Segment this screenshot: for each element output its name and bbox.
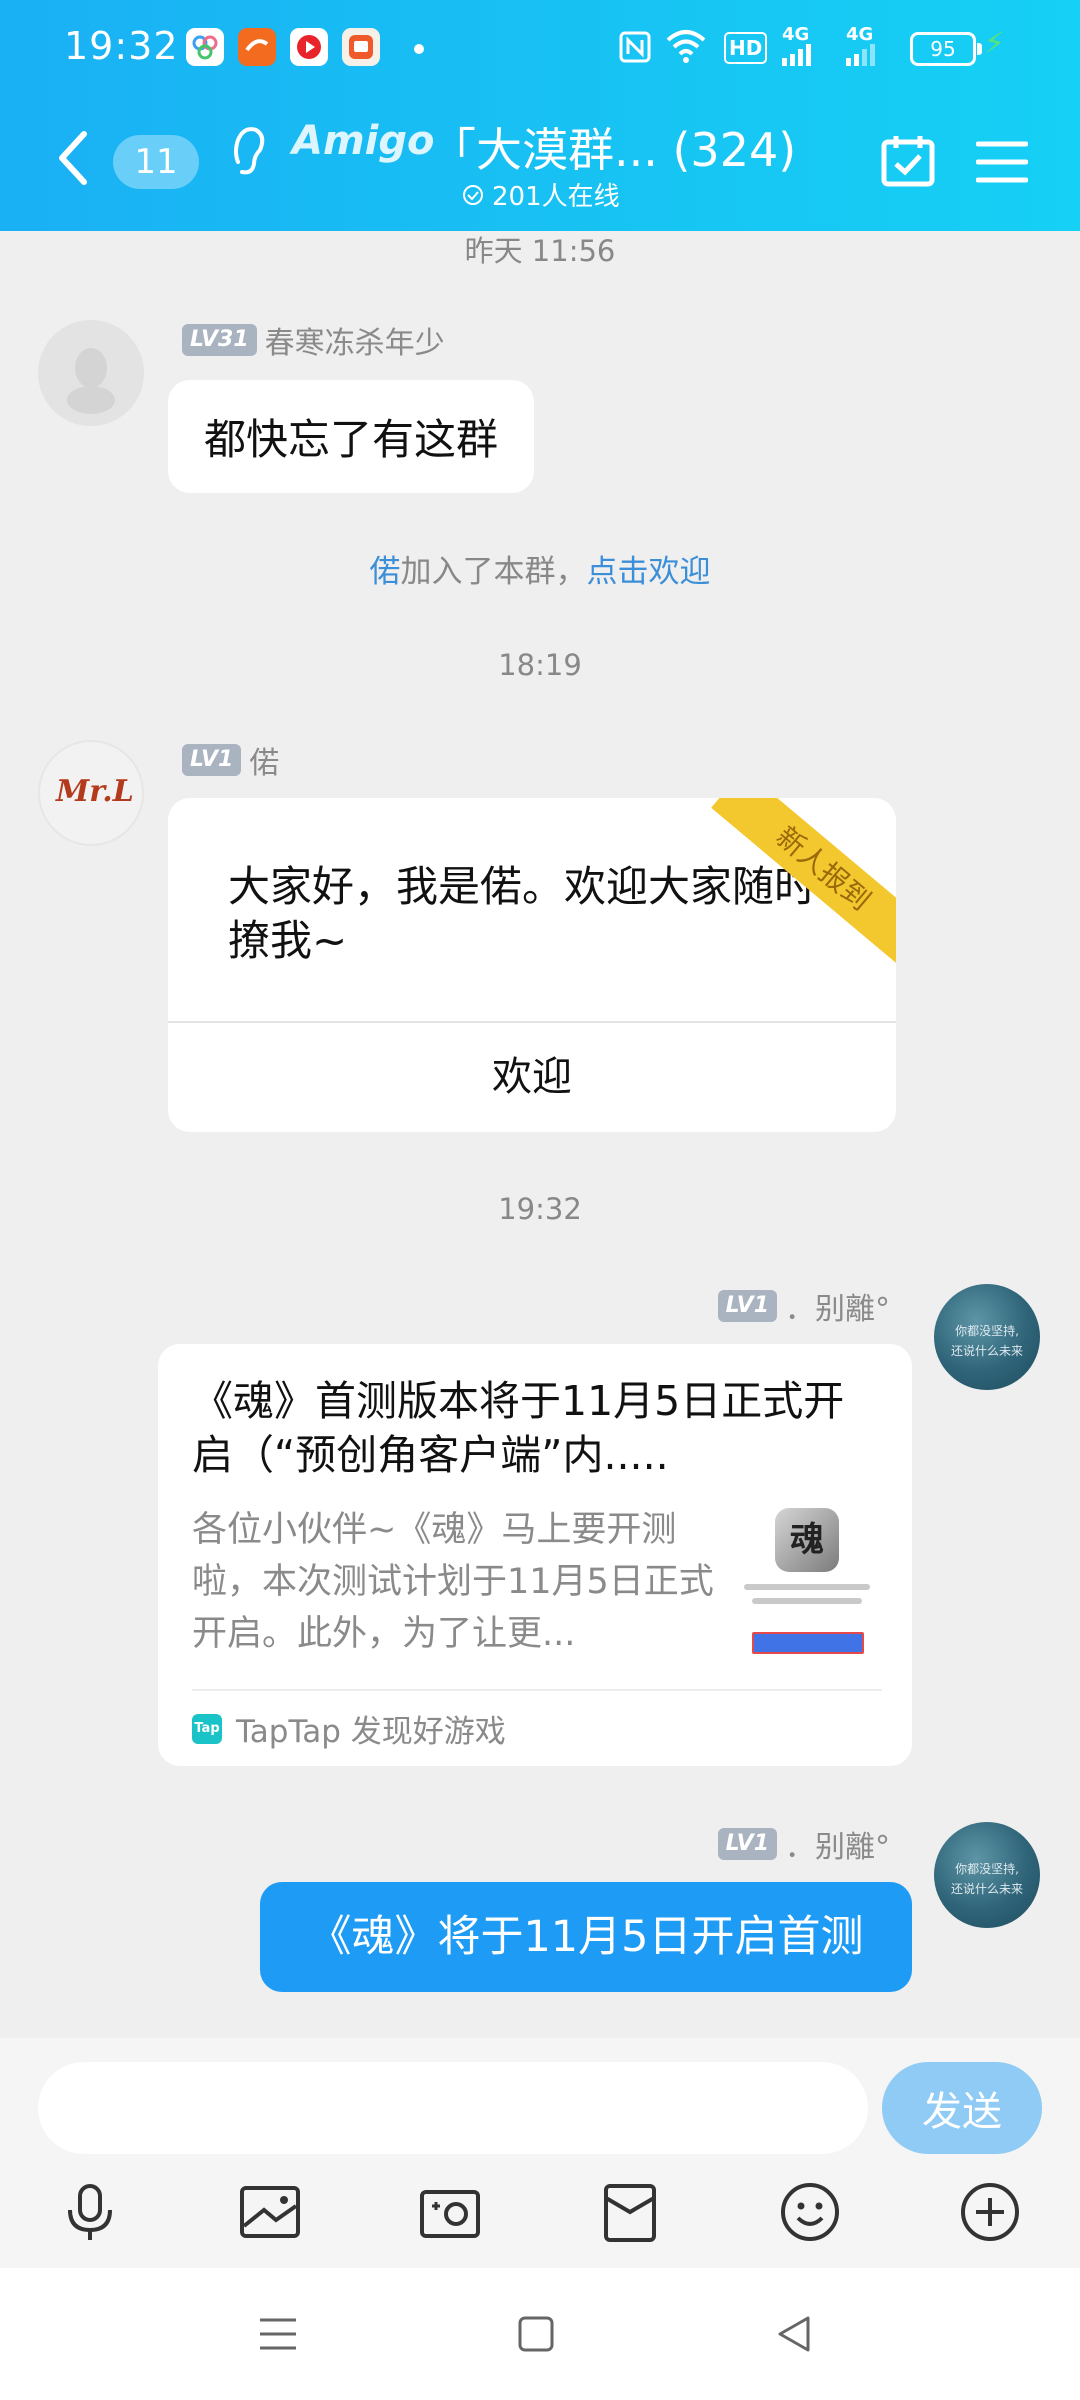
red-packet-icon[interactable] [598, 2180, 662, 2244]
sender-info: LV1 偌 [182, 738, 279, 782]
app-icon-1 [186, 28, 224, 66]
level-badge: LV31 [182, 324, 257, 356]
battery-icon: 95 [910, 32, 982, 66]
link-description: 各位小伙伴~《魂》马上要开测啦，本次测试计划于11月5日正式开启。此外，为了让更… [192, 1510, 714, 1654]
chat-title[interactable]: 「大漠群... (324) [430, 114, 796, 180]
status-bar: 19:32 HD 4G 4G 95 ⚡ [0, 0, 1080, 96]
calendar-check-icon[interactable] [880, 132, 936, 188]
sender-info: LV1 ．别離° [717, 1822, 890, 1866]
avatar[interactable]: Mr.L [38, 740, 144, 846]
sender-name[interactable]: ．别離° [785, 1284, 890, 1328]
nfc-icon [619, 31, 651, 63]
link-thumbnail: 魂 [740, 1504, 874, 1654]
level-badge: LV1 [717, 1828, 777, 1860]
timestamp: 昨天 11:56 [464, 234, 616, 268]
charging-icon: ⚡ [984, 26, 1006, 61]
online-count-label: 201人在线 [492, 182, 620, 212]
join-notice: 偌加入了本群，点击欢迎 [0, 546, 1080, 591]
level-badge: LV1 [717, 1290, 777, 1322]
avatar[interactable]: 你都没坚持, 还说什么未来 [934, 1822, 1040, 1928]
avatar-text: 你都没坚持, [955, 1862, 1019, 1876]
back-arrow-icon[interactable] [50, 128, 94, 188]
app-icon-3 [290, 28, 328, 66]
network-type-1: 4G [782, 24, 810, 45]
avatar[interactable]: 你都没坚持, 还说什么未来 [934, 1284, 1040, 1390]
welcome-link[interactable]: 点击欢迎 [587, 554, 711, 590]
link-source-label: TapTap 发现好游戏 [236, 1714, 506, 1750]
sender-name[interactable]: 偌 [249, 738, 279, 782]
system-navigation-bar [0, 2268, 1080, 2400]
online-check-icon [463, 184, 483, 205]
new-member-greeting: 大家好，我是偌。欢迎大家随时撩我~ [228, 862, 817, 965]
message-bubble[interactable]: 都快忘了有这群 [168, 380, 535, 493]
join-notice-text: 加入了本群， [400, 554, 587, 590]
hd-icon: HD [724, 32, 768, 64]
unread-count-badge[interactable]: 11 [113, 135, 199, 189]
signal-icon-2 [846, 44, 875, 66]
online-count[interactable]: 201人在线 [462, 176, 620, 213]
ear-icon[interactable] [228, 122, 268, 178]
thumbnail-button [752, 1632, 864, 1654]
new-member-card[interactable]: 大家好，我是偌。欢迎大家随时撩我~ 新人报到 欢迎 [168, 798, 896, 1132]
sender-info: LV1 ．别離° [717, 1284, 890, 1328]
camera-icon[interactable] [418, 2180, 482, 2244]
app-icon-2 [238, 28, 276, 66]
back-triangle-icon[interactable] [772, 2312, 816, 2356]
network-type-2: 4G [846, 24, 874, 45]
taptap-icon: Tap [192, 1713, 222, 1744]
sender-name[interactable]: 春寒冻杀年少 [265, 318, 445, 362]
sender-info: LV31 春寒冻杀年少 [182, 318, 445, 362]
level-badge: LV1 [182, 744, 242, 776]
status-time: 19:32 [64, 24, 179, 68]
message-bubble[interactable]: 《魂》将于11月5日开启首测 [260, 1882, 912, 1992]
avatar-text: 还说什么未来 [950, 1344, 1023, 1358]
thumbnail-line [752, 1598, 862, 1604]
wifi-icon [666, 30, 706, 63]
timestamp: 18:19 [498, 648, 582, 682]
shared-link-card[interactable]: 《魂》首测版本将于11月5日正式开启（“预创角客户端”内..... 各位小伙伴~… [158, 1344, 912, 1766]
sender-name[interactable]: ．别離° [785, 1822, 890, 1866]
default-avatar-icon [67, 348, 115, 414]
plus-icon[interactable] [958, 2180, 1022, 2244]
card-divider [192, 1689, 882, 1691]
home-square-icon[interactable] [514, 2312, 558, 2356]
avatar-text: Mr.L [56, 774, 134, 809]
image-icon[interactable] [238, 2180, 302, 2244]
input-area: 发送 [0, 2038, 1080, 2268]
app-icon-4 [342, 28, 380, 66]
message-input[interactable] [38, 2062, 868, 2154]
notification-dot [414, 44, 424, 54]
emoji-icon[interactable] [778, 2180, 842, 2244]
joined-user-link[interactable]: 偌 [370, 554, 401, 590]
link-source: Tap TapTap 发现好游戏 [192, 1706, 506, 1751]
recents-menu-icon[interactable] [256, 2312, 300, 2356]
microphone-icon[interactable] [58, 2180, 122, 2244]
welcome-button[interactable]: 欢迎 [168, 1023, 896, 1132]
chat-header: 19:32 HD 4G 4G 95 ⚡ 11 Amigo 「大漠群... (32… [0, 0, 1080, 231]
game-icon: 魂 [775, 1508, 839, 1572]
link-title: 《魂》首测版本将于11月5日正式开启（“预创角客户端”内..... [192, 1377, 845, 1479]
group-brand-logo: Amigo [292, 118, 435, 164]
avatar[interactable] [38, 320, 144, 426]
thumbnail-line [744, 1584, 870, 1590]
avatar-text: 你都没坚持, [955, 1324, 1019, 1338]
menu-icon[interactable] [976, 140, 1028, 184]
send-button[interactable]: 发送 [882, 2062, 1042, 2154]
avatar-text: 还说什么未来 [950, 1882, 1023, 1896]
timestamp: 19:32 [498, 1192, 582, 1226]
signal-icon-1 [782, 44, 811, 66]
